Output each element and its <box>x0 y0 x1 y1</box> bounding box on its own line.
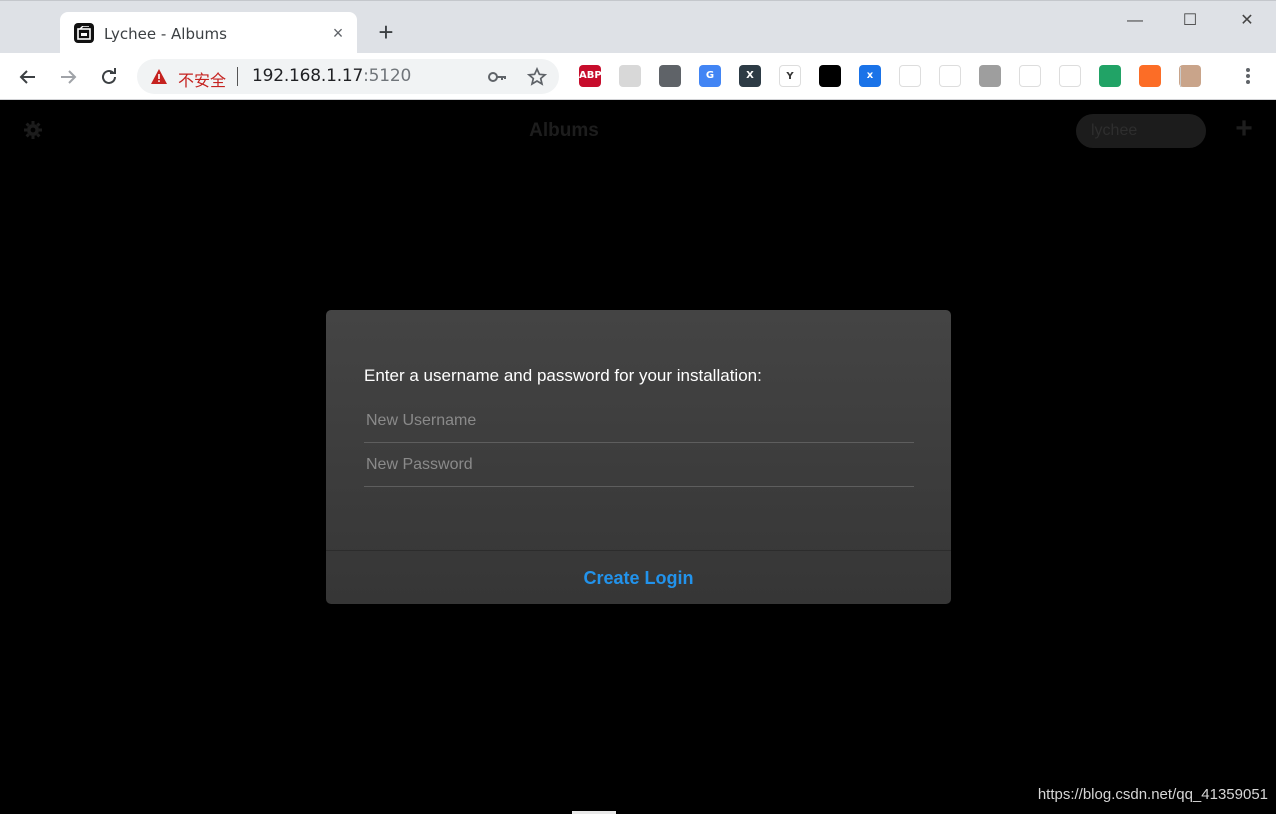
url-text[interactable]: 192.168.1.17:5120 <box>252 66 411 86</box>
back-arrow-icon <box>19 70 35 84</box>
password-field[interactable] <box>364 443 914 487</box>
tampermonkey-icon[interactable] <box>819 65 841 87</box>
back-button[interactable] <box>14 63 42 91</box>
url-port: :5120 <box>363 66 412 86</box>
profile-avatar-icon[interactable] <box>1179 65 1201 87</box>
create-login-button[interactable]: Create Login <box>326 551 951 605</box>
page-title: Albums <box>529 120 599 141</box>
bookmark-star-icon[interactable] <box>527 67 547 87</box>
yandex-icon[interactable]: Y <box>779 65 801 87</box>
tab-title: Lychee - Albums <box>104 25 227 43</box>
forward-arrow-icon <box>61 70 77 84</box>
gitlab-icon[interactable] <box>1139 65 1161 87</box>
browser-toolbar: 不安全 192.168.1.17:5120 ABP G X Yx <box>0 53 1276 100</box>
octotree-icon[interactable] <box>1019 65 1041 87</box>
toolbar-divider <box>1180 67 1181 87</box>
insecure-label[interactable]: 不安全 <box>178 67 226 91</box>
browser-menu-icon[interactable] <box>1238 65 1258 87</box>
maximize-button[interactable]: ☐ <box>1177 9 1203 33</box>
reload-icon <box>102 68 116 84</box>
pocket-icon[interactable] <box>659 65 681 87</box>
watermark-text: https://blog.csdn.net/qq_41359051 <box>1037 786 1268 803</box>
sitemap-icon[interactable] <box>939 65 961 87</box>
key-icon[interactable] <box>487 67 507 87</box>
login-dialog: Enter a username and password for your i… <box>326 310 951 604</box>
add-icon[interactable]: + <box>1232 114 1256 144</box>
address-bar[interactable]: 不安全 192.168.1.17:5120 <box>137 59 559 94</box>
username-field[interactable] <box>364 399 914 443</box>
browser-tab-strip: Lychee - Albums × + — ☐ ✕ <box>0 0 1276 54</box>
dialog-button-bar: Create Login <box>326 550 951 604</box>
lychee-page: Albums + Enter a username and password f… <box>0 100 1276 814</box>
translate-x-icon[interactable]: x <box>859 65 881 87</box>
warning-triangle-icon <box>151 69 167 84</box>
adblock-plus-icon[interactable]: ABP <box>579 65 602 87</box>
google-translate-icon[interactable]: G <box>699 65 721 87</box>
address-separator <box>237 67 238 86</box>
pinwheel-icon[interactable] <box>899 65 921 87</box>
green-gear-icon[interactable] <box>1099 65 1121 87</box>
tab-close-icon[interactable]: × <box>328 23 348 43</box>
lychee-favicon-icon <box>74 23 94 43</box>
browser-tab[interactable]: Lychee - Albums × <box>60 12 357 54</box>
minimize-button[interactable]: — <box>1122 9 1148 33</box>
gray-box-icon[interactable] <box>979 65 1001 87</box>
screenshot-extension-icon[interactable] <box>619 65 641 87</box>
url-host: 192.168.1.17 <box>252 66 364 86</box>
github-icon[interactable] <box>1059 65 1081 87</box>
new-tab-button[interactable]: + <box>373 19 399 46</box>
dialog-message: Enter a username and password for your i… <box>364 366 762 385</box>
close-window-button[interactable]: ✕ <box>1234 9 1260 33</box>
forward-button[interactable] <box>54 63 82 91</box>
search-input[interactable] <box>1076 114 1206 148</box>
reload-button[interactable] <box>95 63 123 91</box>
xmind-icon[interactable]: X <box>739 65 761 87</box>
